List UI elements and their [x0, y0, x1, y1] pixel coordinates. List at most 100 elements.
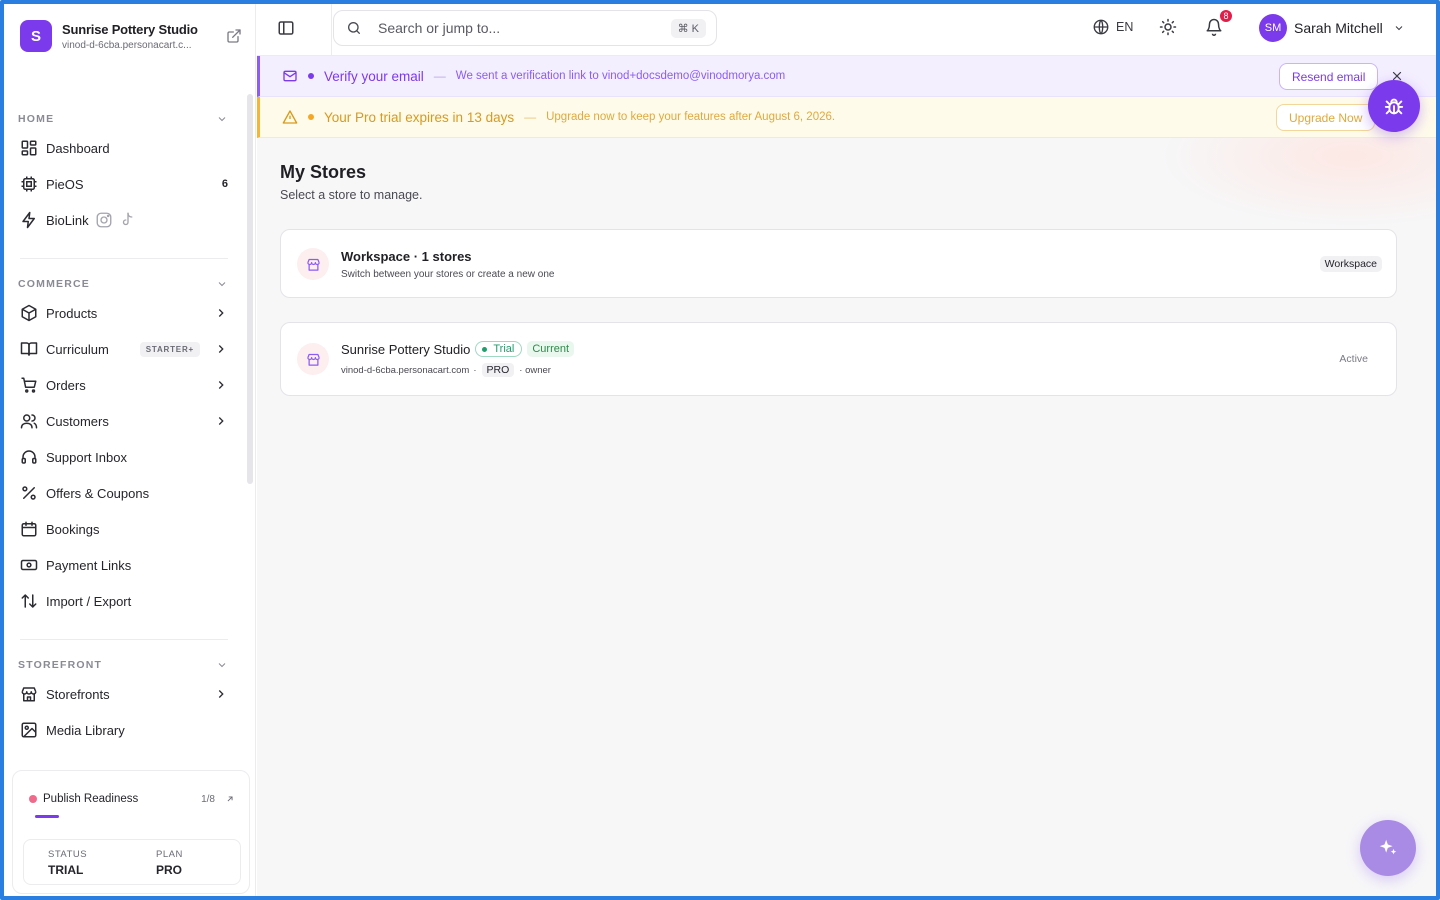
sidebar-item-products[interactable]: Products	[20, 298, 228, 328]
sidebar-item-orders[interactable]: Orders	[20, 370, 228, 400]
image-icon	[21, 722, 37, 738]
workspace-card[interactable]: Workspace · 1 stores Switch between your…	[280, 229, 1397, 298]
store-card[interactable]: Sunrise Pottery Studio Trial Current vin…	[280, 322, 1397, 396]
workspace-title: Workspace · 1 stores	[341, 249, 472, 264]
section-storefront[interactable]: STOREFRONT	[18, 659, 228, 671]
sidebar-item-label: Customers	[46, 413, 109, 429]
current-badge: Current	[527, 341, 575, 357]
sidebar-item-biolink[interactable]: BioLink	[20, 205, 228, 235]
sidebar-item-label: Dashboard	[46, 140, 110, 156]
section-home[interactable]: HOME	[18, 113, 228, 125]
store-status: Active	[1339, 353, 1368, 365]
verify-email-banner: Verify your email — We sent a verificati…	[257, 56, 1436, 97]
language-label: EN	[1116, 20, 1134, 34]
brand-name: Sunrise Pottery Studio	[62, 21, 198, 37]
instagram-icon[interactable]	[95, 211, 113, 229]
sidebar-item-label: Import / Export	[46, 593, 132, 609]
status-value: TRIAL	[48, 863, 84, 877]
search-input[interactable]: Search or jump to... ⌘ K	[333, 10, 717, 46]
section-commerce-title: COMMERCE	[18, 278, 91, 290]
sidebar-divider	[20, 639, 228, 640]
sidebar-item-import-export[interactable]: Import / Export	[20, 586, 228, 616]
sidebar-item-media-library[interactable]: Media Library	[20, 715, 228, 745]
status-plan-box: STATUS TRIAL PLAN PRO	[23, 839, 241, 885]
sidebar-item-label: PieOS	[46, 176, 84, 192]
sidebar-divider	[20, 258, 228, 259]
bug-report-button[interactable]	[1368, 80, 1420, 132]
decorative-glow	[1157, 138, 1436, 228]
workspace-icon-wrap	[297, 248, 329, 280]
section-home-title: HOME	[18, 113, 55, 125]
chevron-down-icon	[218, 282, 226, 287]
ai-assistant-button[interactable]	[1360, 820, 1416, 876]
tiktok-icon[interactable]	[119, 211, 137, 229]
store-name: Sunrise Pottery Studio	[341, 341, 471, 357]
chevron-down-icon	[218, 663, 226, 668]
user-menu[interactable]: SM Sarah Mitchell	[1259, 14, 1405, 42]
status-key: STATUS	[48, 849, 88, 860]
sidebar-item-label: Curriculum	[46, 341, 109, 357]
sun-icon[interactable]	[1159, 18, 1177, 36]
chevron-down-icon	[1395, 26, 1403, 31]
upgrade-now-button[interactable]: Upgrade Now	[1276, 104, 1376, 131]
search-icon	[348, 22, 360, 34]
verify-message: We sent a verification link to vinod+doc…	[455, 70, 786, 82]
verify-title: Verify your email	[324, 68, 424, 84]
sidebar-item-label: Media Library	[46, 722, 125, 738]
meta-separator: ·	[473, 364, 477, 376]
sidebar-item-label: Offers & Coupons	[46, 485, 150, 501]
sidebar-item-bookings[interactable]: Bookings	[20, 514, 228, 544]
store-domain: vinod-d-6cba.personacart.com	[341, 364, 470, 376]
sidebar-item-label: Storefronts	[46, 686, 110, 702]
sidebar-item-dashboard[interactable]: Dashboard	[20, 133, 228, 163]
brand[interactable]: S Sunrise Pottery Studio vinod-d-6cba.pe…	[20, 20, 242, 52]
notification-count-badge: 8	[1218, 8, 1234, 24]
resend-email-button[interactable]: Resend email	[1279, 63, 1379, 90]
store-plan-badge: PRO	[481, 363, 515, 377]
status-dot	[29, 795, 37, 803]
sidebar-item-label: Orders	[46, 377, 86, 393]
publish-readiness-count: 1/8	[201, 793, 215, 805]
warning-icon	[282, 110, 298, 124]
percent-icon	[22, 486, 36, 500]
verify-dash: —	[433, 69, 446, 83]
section-commerce[interactable]: COMMERCE	[18, 278, 228, 290]
sidebar: S Sunrise Pottery Studio vinod-d-6cba.pe…	[4, 4, 256, 896]
globe-icon	[1093, 19, 1109, 35]
sidebar-item-payment-links[interactable]: Payment Links	[20, 550, 228, 580]
sidebar-item-label: Products	[46, 305, 98, 321]
trial-message: Upgrade now to keep your features after …	[546, 111, 836, 123]
sidebar-item-curriculum[interactable]: Curriculum STARTER+	[20, 334, 228, 364]
workspace-subtitle: Switch between your stores or create a n…	[341, 269, 555, 280]
sidebar-scrollbar[interactable]	[247, 94, 253, 484]
chevron-right-icon	[218, 417, 224, 425]
book-icon	[20, 342, 38, 356]
trial-dash: —	[524, 110, 537, 124]
language-selector[interactable]: EN	[1092, 18, 1133, 36]
publish-readiness-card[interactable]: Publish Readiness 1/8 STATUS TRIAL PLAN …	[12, 770, 250, 894]
store-icon-wrap	[297, 343, 329, 375]
chevron-down-icon	[218, 117, 226, 122]
plan-value: PRO	[156, 863, 183, 877]
chevron-right-icon	[218, 690, 224, 698]
arrows-updown-icon	[21, 594, 37, 608]
chip-icon	[21, 176, 37, 192]
sidebar-item-offers[interactable]: Offers & Coupons	[20, 478, 228, 508]
sidebar-item-support-inbox[interactable]: Support Inbox	[20, 442, 228, 472]
section-storefront-title: STOREFRONT	[18, 659, 103, 671]
brand-url: vinod-d-6cba.personacart.c...	[62, 39, 192, 51]
arrow-up-right-icon	[227, 796, 233, 802]
sidebar-item-pieos[interactable]: PieOS 6	[20, 169, 228, 199]
trial-expiry-banner: Your Pro trial expires in 13 days — Upgr…	[257, 97, 1436, 138]
sidebar-item-label: BioLink	[46, 212, 89, 228]
sparkles-icon	[1379, 839, 1397, 855]
sidebar-toggle-icon[interactable]	[277, 19, 295, 37]
cash-icon	[20, 559, 38, 571]
external-link-icon[interactable]	[226, 28, 242, 44]
sidebar-item-storefronts[interactable]: Storefronts	[20, 679, 228, 709]
chevron-right-icon	[218, 309, 224, 317]
plan-key: PLAN	[156, 849, 183, 860]
users-icon	[20, 414, 38, 429]
bolt-icon	[22, 211, 35, 229]
sidebar-item-customers[interactable]: Customers	[20, 406, 228, 436]
